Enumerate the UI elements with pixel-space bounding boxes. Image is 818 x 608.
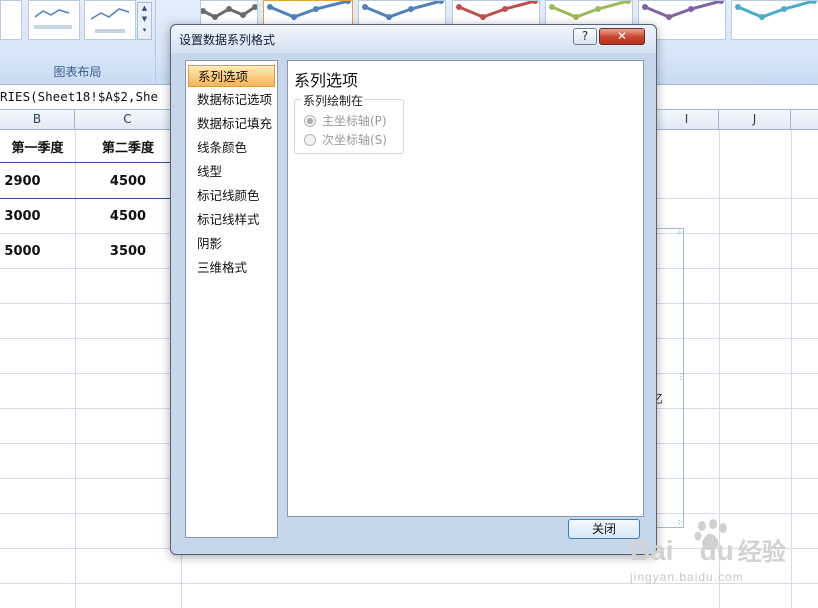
nav-item-marker-line-style[interactable]: 标记线样式 xyxy=(188,209,275,231)
chart-layout-preview-icon xyxy=(90,8,130,33)
plot-series-on-group: 系列绘制在 主坐标轴(P) 次坐标轴(S) xyxy=(294,92,404,154)
chart-layout-thumbnail-3[interactable] xyxy=(84,0,136,40)
data-cell[interactable]: 5000 xyxy=(0,244,45,259)
radio-selected-icon[interactable] xyxy=(304,114,316,127)
nav-item-series-options[interactable]: 系列选项 xyxy=(188,65,275,87)
column-header-j[interactable]: J xyxy=(719,110,791,129)
watermark-url: jingyan.baidu.com xyxy=(630,570,744,584)
chevron-up-icon[interactable]: ▲ xyxy=(138,3,151,14)
baidu-jingyan-watermark: Bai du 经验 jingyan.baidu.com xyxy=(622,518,812,598)
help-icon: ? xyxy=(581,29,589,43)
style-marker-dot xyxy=(759,14,765,20)
nav-item-marker-options[interactable]: 数据标记选项 xyxy=(188,89,275,111)
chart-layout-thumbnail-1[interactable] xyxy=(0,0,22,40)
style-marker-dot xyxy=(267,4,273,10)
style-marker-dot xyxy=(212,14,218,20)
style-marker-dot xyxy=(362,4,368,10)
nav-item-line-color[interactable]: 线条颜色 xyxy=(188,137,275,159)
chevron-down-icon[interactable]: ▼ xyxy=(138,14,151,25)
style-marker-dot xyxy=(549,4,555,10)
window-close-button[interactable]: ✕ xyxy=(599,28,645,45)
table-border-line xyxy=(0,198,180,199)
style-marker-dot xyxy=(345,0,351,4)
header-cell-q1[interactable]: 第一季度 xyxy=(0,137,75,156)
category-list: 系列选项 数据标记选项 数据标记填充 线条颜色 线型 标记线颜色 标记线样式 阴… xyxy=(185,60,278,538)
secondary-axis-label: 次坐标轴(S) xyxy=(322,133,387,147)
column-header-next[interactable] xyxy=(791,110,818,129)
primary-axis-label: 主坐标轴(P) xyxy=(322,114,387,128)
data-cell[interactable]: 4500 xyxy=(75,209,181,224)
column-header-b[interactable]: B xyxy=(0,110,75,129)
style-marker-dot xyxy=(595,6,601,12)
style-marker-dot xyxy=(573,14,579,20)
nav-item-shadow[interactable]: 阴影 xyxy=(188,233,275,255)
header-cell-q2[interactable]: 第二季度 xyxy=(75,137,181,156)
table-border-line xyxy=(0,162,180,163)
style-marker-dot xyxy=(666,14,672,20)
chart-layout-preview-icon xyxy=(34,9,72,29)
style-marker-dot xyxy=(240,12,246,18)
style-marker-dot xyxy=(456,4,462,10)
nav-item-marker-fill[interactable]: 数据标记填充 xyxy=(188,113,275,135)
format-data-series-dialog: 设置数据系列格式 ? ✕ 系列选项 数据标记选项 数据标记填充 线条颜色 线型 … xyxy=(170,24,657,555)
data-cell[interactable]: 2900 xyxy=(0,174,45,189)
style-marker-dot xyxy=(226,6,232,12)
group-title: 系列绘制在 xyxy=(301,92,366,109)
style-marker-dot xyxy=(386,14,392,20)
style-marker-dot xyxy=(781,6,787,12)
style-marker-dot xyxy=(480,14,486,20)
ribbon-group-label: 图表布局 xyxy=(53,65,102,79)
dialog-titlebar[interactable]: 设置数据系列格式 ? ✕ xyxy=(171,25,656,53)
data-cell[interactable]: 4500 xyxy=(75,174,181,189)
style-marker-dot xyxy=(408,6,414,12)
primary-axis-option[interactable]: 主坐标轴(P) xyxy=(304,113,387,129)
resize-handle-icon[interactable]: ⁘ xyxy=(676,229,683,237)
ribbon-separator xyxy=(155,0,156,82)
options-panel: 系列选项 系列绘制在 主坐标轴(P) 次坐标轴(S) xyxy=(287,60,644,517)
nav-item-3d-format[interactable]: 三维格式 xyxy=(188,257,275,279)
style-marker-dot xyxy=(625,0,631,4)
style-marker-dot xyxy=(438,0,444,4)
gallery-scroll-control[interactable]: ▲ ▼ ▾ xyxy=(137,2,152,40)
style-marker-dot xyxy=(688,6,694,12)
watermark-brand: Bai du 经验 xyxy=(630,535,786,566)
style-marker-dot xyxy=(642,4,648,10)
more-icon[interactable]: ▾ xyxy=(138,25,151,36)
panel-heading: 系列选项 xyxy=(294,71,359,90)
chart-style-thumbnail[interactable] xyxy=(731,0,818,40)
data-cell[interactable]: 3500 xyxy=(75,244,181,259)
style-marker-dot xyxy=(291,14,297,20)
nav-item-line-style[interactable]: 线型 xyxy=(188,161,275,183)
style-marker-dot xyxy=(313,6,319,12)
nav-item-marker-line-color[interactable]: 标记线颜色 xyxy=(188,185,275,207)
close-icon: ✕ xyxy=(616,29,628,43)
style-marker-dot xyxy=(502,6,508,12)
style-marker-dot xyxy=(532,0,538,4)
style-marker-dot xyxy=(718,0,724,4)
style-marker-dot xyxy=(811,0,817,4)
formula-text[interactable]: RIES(Sheet18!$A$2,She xyxy=(0,85,158,109)
chart-layout-thumbnail-2[interactable] xyxy=(28,0,80,40)
resize-handle-icon[interactable]: ⋮ xyxy=(677,373,685,381)
column-header-i[interactable]: I xyxy=(655,110,719,129)
data-cell[interactable]: 3000 xyxy=(0,209,45,224)
help-button[interactable]: ? xyxy=(573,28,597,45)
radio-unselected-icon[interactable] xyxy=(304,133,316,146)
dialog-title: 设置数据系列格式 xyxy=(179,33,276,47)
style-marker-dot xyxy=(735,4,741,10)
secondary-axis-option[interactable]: 次坐标轴(S) xyxy=(304,132,387,148)
column-header-c[interactable]: C xyxy=(75,110,181,129)
